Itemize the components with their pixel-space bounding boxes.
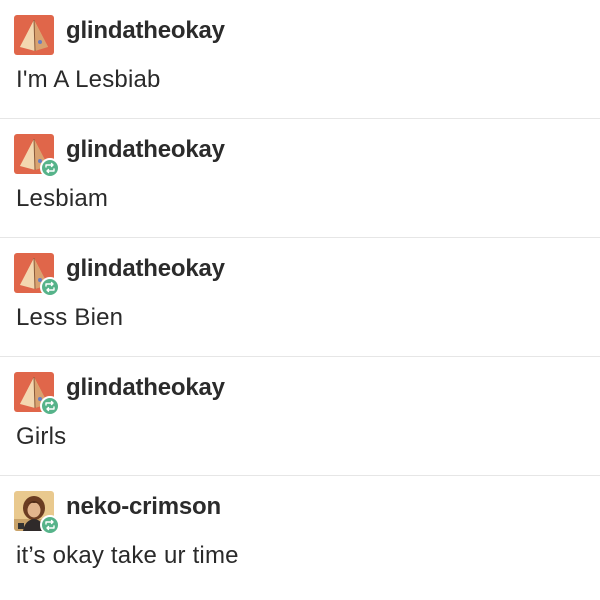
username[interactable]: glindatheokay [66, 373, 225, 403]
thread-post: glindatheokay Girls [0, 357, 600, 476]
avatar[interactable] [14, 491, 60, 535]
post-text: I'm A Lesbiab [16, 66, 161, 93]
post-text: it’s okay take ur time [16, 542, 239, 569]
thread-post: glindatheokay Less Bien [0, 238, 600, 357]
avatar[interactable] [14, 253, 60, 297]
reblog-icon [40, 396, 60, 416]
post-text: Less Bien [16, 304, 124, 331]
post-text: Lesbiam [16, 185, 109, 212]
thread-post: neko-crimson it’s okay take ur time [0, 476, 600, 595]
username[interactable]: glindatheokay [66, 16, 225, 46]
reblog-icon [40, 277, 60, 297]
username[interactable]: glindatheokay [66, 254, 225, 284]
reblog-icon [40, 515, 60, 535]
username[interactable]: glindatheokay [66, 135, 225, 165]
thread-post: glindatheokay Lesbiam [0, 119, 600, 238]
username[interactable]: neko-crimson [66, 492, 221, 522]
avatar[interactable] [14, 15, 54, 55]
reblog-icon [40, 158, 60, 178]
avatar[interactable] [14, 134, 60, 178]
reblog-thread: glindatheokay I'm A Lesbiab glindatheoka… [0, 0, 600, 595]
avatar[interactable] [14, 372, 60, 416]
thread-post: glindatheokay I'm A Lesbiab [0, 0, 600, 119]
pyramid-avatar-icon [14, 15, 54, 55]
post-text: Girls [16, 423, 67, 450]
